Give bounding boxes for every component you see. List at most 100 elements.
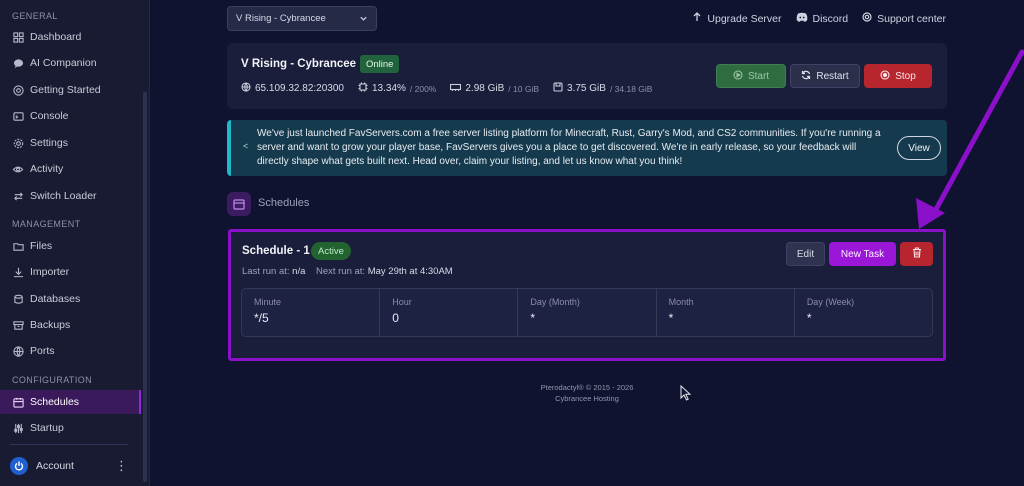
sidebar-item-label: Dashboard xyxy=(30,31,82,43)
sliders-icon xyxy=(12,422,24,434)
schedule-card[interactable]: Schedule - 1 Active Last run at: n/a Nex… xyxy=(231,232,943,358)
cron-value: * xyxy=(806,311,812,325)
discord-link[interactable]: Discord xyxy=(796,12,849,25)
cron-minute: Minute */5 xyxy=(242,289,381,336)
next-run-label: Next run at: xyxy=(315,266,366,277)
cron-label: Minute xyxy=(254,297,282,307)
avatar xyxy=(10,457,28,475)
sidebar-item-label: Switch Loader xyxy=(30,190,97,202)
account-menu[interactable]: Account ⋮ xyxy=(10,455,130,477)
sidebar-section-management: MANAGEMENT xyxy=(12,219,81,229)
sidebar-item-ai-companion[interactable]: AI Companion xyxy=(0,51,141,75)
sidebar-item-activity[interactable]: Activity xyxy=(0,157,141,181)
stat-cpu: 13.34% / 200% xyxy=(358,82,436,95)
cron-value: * xyxy=(668,311,674,325)
sidebar-item-startup[interactable]: Startup xyxy=(0,416,141,440)
start-label: Start xyxy=(747,70,770,82)
sidebar-item-label: Files xyxy=(30,240,53,252)
sidebar-item-getting-started[interactable]: Getting Started xyxy=(0,78,141,102)
lifebuoy-icon xyxy=(862,12,872,25)
cron-label: Day (Week) xyxy=(806,297,855,307)
discord-label: Discord xyxy=(812,12,849,25)
stat-memory: 2.98 GiB / 10 GiB xyxy=(450,82,539,95)
cron-label: Day (Month) xyxy=(530,297,580,307)
cron-month: Month * xyxy=(657,289,795,336)
sidebar-item-label: Startup xyxy=(30,422,64,434)
chevron-down-icon xyxy=(359,14,368,26)
schedule-run-info: Last run at: n/a Next run at: May 29th a… xyxy=(242,266,453,277)
stop-label: Stop xyxy=(895,70,916,82)
server-name: V Rising - Cybrancee xyxy=(241,58,357,70)
stop-icon xyxy=(880,69,890,83)
sidebar-item-importer[interactable]: Importer xyxy=(0,260,141,284)
chevron-left-icon: < xyxy=(243,141,249,151)
stop-button[interactable]: Stop xyxy=(864,64,932,88)
sidebar-item-console[interactable]: Console xyxy=(0,104,141,128)
kebab-menu-icon[interactable]: ⋮ xyxy=(115,457,128,475)
new-task-button[interactable]: New Task xyxy=(829,242,896,266)
last-run-label: Last run at: xyxy=(242,266,290,277)
sidebar-item-label: Getting Started xyxy=(30,84,101,96)
calendar-icon xyxy=(227,192,251,216)
sidebar-scrollbar[interactable] xyxy=(143,92,147,482)
server-ip[interactable]: 65.109.32.82:20300 xyxy=(255,83,344,94)
footer: Pterodactyl® © 2015 - 2026 Cybrancee Hos… xyxy=(527,382,647,404)
start-button[interactable]: Start xyxy=(716,64,786,88)
eye-icon xyxy=(12,163,24,175)
sidebar-item-label: Console xyxy=(30,110,69,122)
sidebar-item-label: Backups xyxy=(30,319,71,331)
mouse-cursor-icon xyxy=(680,384,692,406)
sidebar-divider xyxy=(10,444,128,445)
page-title: Schedules xyxy=(258,197,310,209)
last-run-value: n/a xyxy=(292,266,306,277)
announcement-text: We've just launched FavServers.com a fre… xyxy=(257,128,881,167)
grid-icon xyxy=(12,31,24,43)
sidebar-item-ports[interactable]: Ports xyxy=(0,339,141,363)
sidebar-item-label: Ports xyxy=(30,345,55,357)
footer-copyright: Pterodactyl® © 2015 - 2026 xyxy=(540,383,634,392)
footer-host: Cybrancee Hosting xyxy=(555,394,619,403)
sidebar-section-configuration: CONFIGURATION xyxy=(12,375,93,385)
schedule-title: Schedule - 1 xyxy=(242,245,310,257)
status-badge: Active xyxy=(311,242,351,260)
memory-value: 2.98 GiB xyxy=(465,83,505,94)
restart-label: Restart xyxy=(816,70,849,82)
memory-icon xyxy=(450,82,462,95)
cron-day-week: Day (Week) * xyxy=(795,289,932,336)
delete-button[interactable] xyxy=(900,242,933,266)
cpu-icon xyxy=(358,82,368,95)
gear-icon xyxy=(12,137,24,149)
disk-icon xyxy=(553,82,563,95)
sidebar: GENERAL Dashboard AI Companion Getting S… xyxy=(0,0,150,486)
stat-ip: 65.109.32.82:20300 xyxy=(241,82,344,95)
cron-expression-grid: Minute */5 Hour 0 Day (Month) * Month * … xyxy=(241,288,933,337)
upgrade-server-label: Upgrade Server xyxy=(707,12,782,25)
view-button[interactable]: View xyxy=(897,136,941,160)
sidebar-item-dashboard[interactable]: Dashboard xyxy=(0,25,141,49)
support-center-label: Support center xyxy=(877,12,946,25)
sidebar-item-databases[interactable]: Databases xyxy=(0,287,141,311)
download-icon xyxy=(12,266,24,278)
compass-icon xyxy=(12,84,24,96)
globe-icon xyxy=(241,82,251,95)
sidebar-item-label: Activity xyxy=(30,163,64,175)
edit-button[interactable]: Edit xyxy=(786,242,825,266)
sidebar-item-settings[interactable]: Settings xyxy=(0,131,141,155)
upgrade-server-link[interactable]: Upgrade Server xyxy=(692,12,782,25)
trash-icon xyxy=(912,247,922,261)
sidebar-item-schedules[interactable]: Schedules xyxy=(0,390,141,414)
restart-button[interactable]: Restart xyxy=(790,64,860,88)
sidebar-item-files[interactable]: Files xyxy=(0,234,141,258)
cron-label: Hour xyxy=(392,297,412,307)
play-icon xyxy=(733,69,743,83)
swap-icon xyxy=(12,190,24,202)
sidebar-item-label: Schedules xyxy=(30,396,80,408)
server-select[interactable]: V Rising - Cybrancee xyxy=(227,6,377,31)
cron-day-month: Day (Month) * xyxy=(518,289,657,336)
support-center-link[interactable]: Support center xyxy=(862,12,946,25)
sidebar-item-backups[interactable]: Backups xyxy=(0,313,141,337)
sidebar-item-switch-loader[interactable]: Switch Loader xyxy=(0,184,141,208)
server-select-value: V Rising - Cybrancee xyxy=(236,13,326,24)
cron-label: Month xyxy=(668,297,694,307)
account-label: Account xyxy=(36,460,74,472)
